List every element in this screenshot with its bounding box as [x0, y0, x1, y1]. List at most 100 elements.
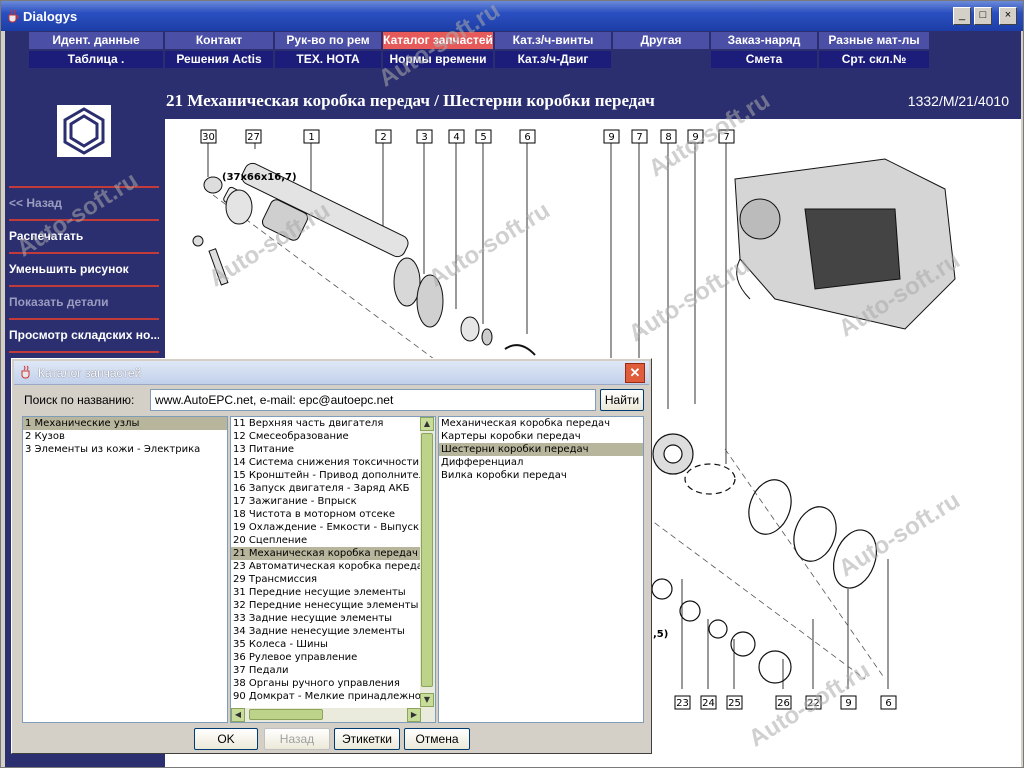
dimension-label: (37x66x16,7)	[222, 172, 297, 183]
back-button[interactable]: Назад	[264, 728, 330, 750]
menu-item[interactable]: Решения Actis	[165, 51, 273, 68]
list-item[interactable]: 13 Питание	[231, 443, 421, 456]
list-item[interactable]: 18 Чистота в моторном отсеке	[231, 508, 421, 521]
callout-label: 9	[840, 695, 857, 710]
list-item[interactable]: 11 Верхняя часть двигателя	[231, 417, 421, 430]
list-item[interactable]: 35 Колеса - Шины	[231, 638, 421, 651]
cancel-button[interactable]: Отмена	[404, 728, 470, 750]
svg-text:25: 25	[728, 698, 741, 709]
java-cup-icon	[21, 365, 30, 379]
list-item[interactable]: 20 Сцепление	[231, 534, 421, 547]
list-item[interactable]: 3 Элементы из кожи - Электрика	[23, 443, 227, 456]
menu-item[interactable]: Рук-во по рем	[275, 32, 381, 49]
scroll-right-icon[interactable]: ▶	[407, 708, 421, 722]
list-item[interactable]: 21 Механическая коробка передач	[231, 547, 421, 560]
list-item[interactable]: 14 Система снижения токсичности - В	[231, 456, 421, 469]
close-icon[interactable]: ×	[999, 7, 1017, 25]
callout-label: 7	[718, 129, 735, 144]
list-item[interactable]: 29 Трансмиссия	[231, 573, 421, 586]
callout-label: 24	[700, 695, 717, 710]
scroll-down-icon[interactable]: ▼	[420, 693, 434, 707]
list-item[interactable]: 23 Автоматическая коробка передач	[231, 560, 421, 573]
find-button[interactable]: Найти	[600, 389, 644, 411]
svg-text:8: 8	[665, 132, 671, 143]
menu-item[interactable]: Контакт	[165, 32, 273, 49]
list-item[interactable]: 31 Передние несущие элементы	[231, 586, 421, 599]
menu-item[interactable]: Заказ-наряд	[711, 32, 817, 49]
horizontal-scrollbar[interactable]: ◀ ▶	[231, 708, 421, 722]
svg-text:9: 9	[692, 132, 698, 143]
list-item[interactable]: 38 Органы ручного управления	[231, 677, 421, 690]
sidebar-item[interactable]: << Назад	[9, 196, 159, 210]
menu-item[interactable]: Другая	[613, 32, 709, 49]
menu-item[interactable]: Разные мат-лы	[819, 32, 929, 49]
sidebar-item[interactable]: Распечатать	[9, 229, 159, 243]
close-icon[interactable]: ✕	[625, 363, 645, 383]
list-item[interactable]: 15 Кронштейн - Привод дополнительн	[231, 469, 421, 482]
list-item[interactable]: 12 Смесеобразование	[231, 430, 421, 443]
menu-item[interactable]: Каталог запчастей	[383, 32, 493, 49]
svg-text:5: 5	[480, 132, 486, 143]
menu-item[interactable]: Кат.з/ч-винты	[495, 32, 611, 49]
dialog-title-bar[interactable]: Каталог запчастей ✕	[14, 361, 649, 385]
menu-item[interactable]: Таблица .	[29, 51, 163, 68]
sidebar-item[interactable]: Уменьшить рисунок	[9, 262, 159, 276]
page-title: 21 Механическая коробка передач / Шестер…	[166, 91, 655, 110]
sidebar-item[interactable]: Просмотр складских но...	[9, 328, 159, 342]
list-item[interactable]: 17 Зажигание - Впрыск	[231, 495, 421, 508]
sidebar-divider	[9, 219, 159, 221]
callout-label: 3	[416, 129, 433, 144]
group-list[interactable]: 1 Механические узлы 2 Кузов 3 Элементы из …	[22, 416, 228, 723]
list-item[interactable]: Дифференциал	[439, 456, 643, 469]
menu-item[interactable]: Нормы времени	[383, 51, 493, 68]
svg-text:30: 30	[202, 132, 215, 143]
sidebar-item[interactable]: Показать детали	[9, 295, 159, 309]
list-item[interactable]: 33 Задние несущие элементы	[231, 612, 421, 625]
labels-button[interactable]: Этикетки	[334, 728, 400, 750]
sidebar-divider	[9, 351, 159, 353]
detail-list[interactable]: Механическая коробка передач Картеры коро…	[438, 416, 644, 723]
list-item[interactable]: 34 Задние ненесущие элементы	[231, 625, 421, 638]
callout-label: 6	[880, 695, 897, 710]
callout-label: 9	[687, 129, 704, 144]
search-input[interactable]	[150, 389, 596, 411]
scroll-left-icon[interactable]: ◀	[231, 708, 245, 722]
list-item[interactable]: Механическая коробка передач	[439, 417, 643, 430]
top-menu: Идент. данные Контакт Рук-во по рем Каталог…	[29, 31, 929, 69]
menu-item[interactable]: Срт. скл.№	[819, 51, 929, 68]
svg-text:26: 26	[777, 698, 790, 709]
callout-label: 22	[805, 695, 822, 710]
menu-item[interactable]: Кат.з/ч-Двиг	[495, 51, 611, 68]
title-bar[interactable]: Dialogys _ □ ×	[1, 1, 1023, 31]
callout-label: 25	[726, 695, 743, 710]
scroll-thumb[interactable]	[249, 709, 323, 720]
svg-text:7: 7	[723, 132, 729, 143]
list-item[interactable]: 19 Охлаждение - Емкости - Выпуск от	[231, 521, 421, 534]
ok-button[interactable]: OK	[194, 728, 258, 750]
list-item[interactable]: 1 Механические узлы	[23, 417, 227, 430]
maximize-icon[interactable]: □	[974, 7, 992, 25]
list-item[interactable]: Вилка коробки передач	[439, 469, 643, 482]
list-item[interactable]: 37 Педали	[231, 664, 421, 677]
sidebar-divider	[9, 285, 159, 287]
list-item[interactable]: 2 Кузов	[23, 430, 227, 443]
menu-item[interactable]: Смета	[711, 51, 817, 68]
svg-text:1: 1	[308, 132, 314, 143]
java-cup-icon	[8, 9, 19, 23]
minimize-icon[interactable]: _	[953, 7, 971, 25]
list-item[interactable]: 16 Запуск двигателя - Заряд АКБ	[231, 482, 421, 495]
menu-item[interactable]: Идент. данные	[29, 32, 163, 49]
svg-text:22: 22	[807, 698, 820, 709]
svg-text:4: 4	[453, 132, 459, 143]
menu-item[interactable]: ТЕХ. НОТА	[275, 51, 381, 68]
subgroup-list[interactable]: 11 Верхняя часть двигателя 12 Смесеобразо…	[230, 416, 436, 723]
list-item[interactable]: 90 Домкрат - Мелкие принадлежности	[231, 690, 421, 703]
scroll-up-icon[interactable]: ▲	[420, 417, 434, 431]
main-window: Dialogys _ □ × Идент. данные Контакт Рук-в…	[0, 0, 1024, 768]
vertical-scrollbar[interactable]: ▲ ▼	[420, 417, 435, 722]
scroll-thumb[interactable]	[421, 433, 433, 687]
list-item[interactable]: Шестерни коробки передач	[439, 443, 643, 456]
list-item[interactable]: 32 Передние ненесущие элементы	[231, 599, 421, 612]
list-item[interactable]: Картеры коробки передач	[439, 430, 643, 443]
list-item[interactable]: 36 Рулевое управление	[231, 651, 421, 664]
